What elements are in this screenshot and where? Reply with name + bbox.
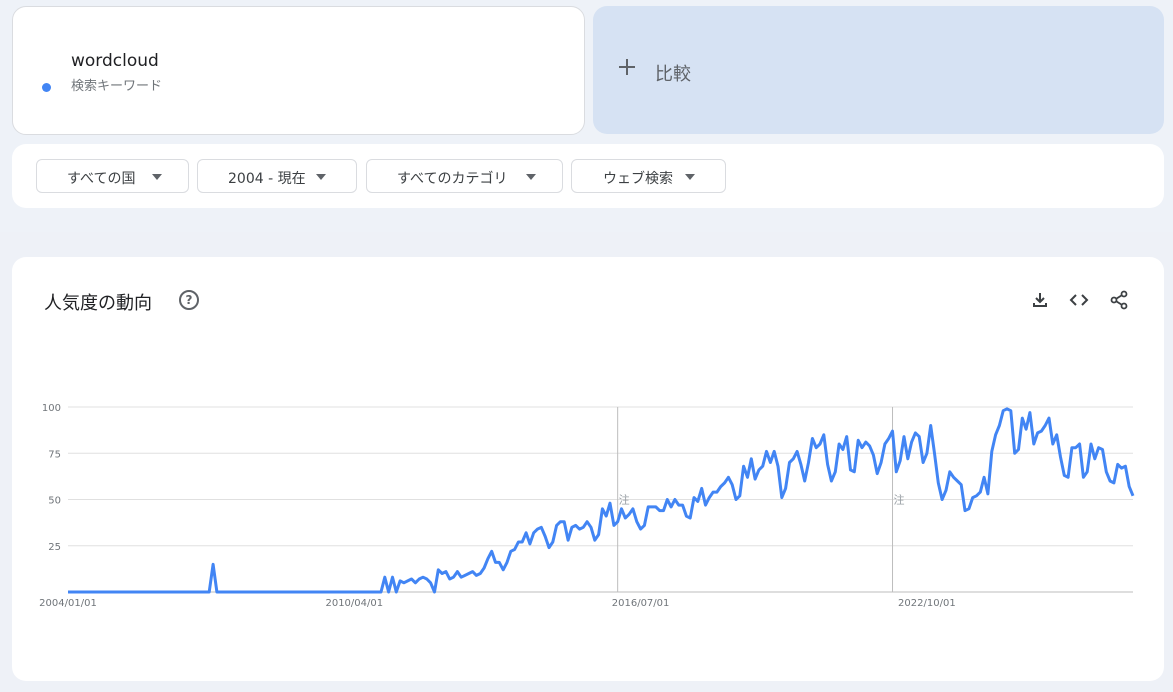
series-line	[68, 407, 1135, 594]
annotation-label: 注	[894, 493, 905, 507]
y-tick-label: 50	[48, 496, 61, 507]
trend-chart: 25 50 75 100 2004/01/01 2010/04/01 2016/07/01 2…	[39, 403, 1135, 609]
annotation-label: 注	[619, 493, 630, 507]
x-tick-label: 2010/04/01	[325, 598, 383, 609]
x-tick-label: 2016/07/01	[612, 598, 670, 609]
x-tick-label: 2022/10/01	[898, 598, 956, 609]
y-tick-label: 75	[48, 449, 61, 460]
y-tick-label: 100	[42, 403, 61, 414]
y-tick-label: 25	[48, 542, 61, 553]
x-tick-label: 2004/01/01	[39, 598, 97, 609]
